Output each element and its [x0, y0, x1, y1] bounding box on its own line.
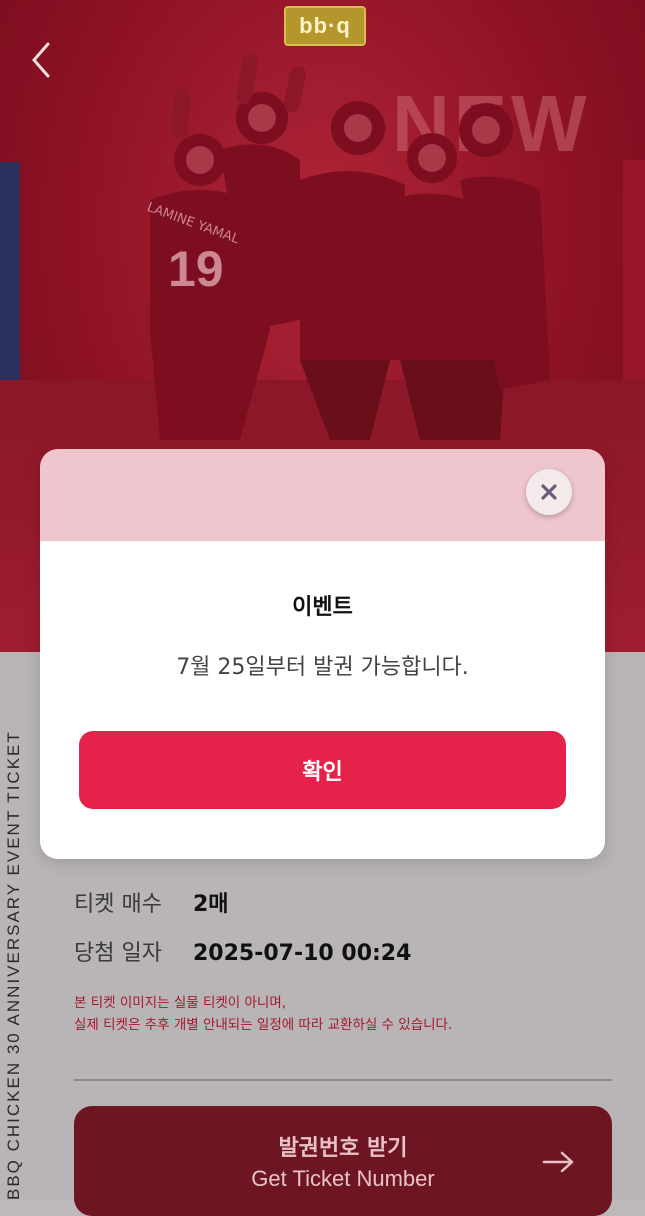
confirm-button[interactable]: 확인 [79, 731, 566, 809]
button-label-ko: 발권번호 받기 [278, 1136, 408, 1161]
arrow-right-icon [542, 1151, 574, 1173]
divider [74, 1079, 612, 1081]
info-label: 당첨 일자 [74, 941, 162, 966]
dialog-header-tint [40, 449, 605, 541]
close-button[interactable] [526, 469, 572, 515]
event-dialog: 이벤트 7월 25일부터 발권 가능합니다. 확인 [40, 449, 605, 859]
info-row-draw-date: 당첨 일자 2025-07-10 00:24 [74, 935, 411, 967]
notice-line-2: 실제 티켓은 추후 개별 안내되는 일정에 따라 교환하실 수 있습니다. [74, 1017, 453, 1033]
back-button[interactable] [26, 40, 54, 80]
button-label-en: Get Ticket Number [251, 1166, 435, 1191]
chevron-left-icon [32, 42, 50, 78]
info-value: 2025-07-10 00:24 [193, 941, 412, 966]
info-value: 2매 [193, 892, 229, 917]
info-label: 티켓 매수 [74, 892, 162, 917]
ticket-notice: 본 티켓 이미지는 실물 티켓이 아니며, 실제 티켓은 추후 개별 안내되는 … [74, 992, 452, 1036]
vertical-event-label: BBQ CHICKEN 30 ANNIVERSARY EVENT TICKET [4, 730, 23, 1200]
bbq-logo: bb·q [284, 6, 366, 46]
close-icon [541, 484, 557, 500]
notice-line-1: 본 티켓 이미지는 실물 티켓이 아니며, [74, 995, 287, 1011]
info-row-ticket-count: 티켓 매수 2매 [74, 886, 229, 918]
dialog-message: 7월 25일부터 발권 가능합니다. [176, 655, 469, 680]
dialog-title: 이벤트 [292, 595, 353, 620]
